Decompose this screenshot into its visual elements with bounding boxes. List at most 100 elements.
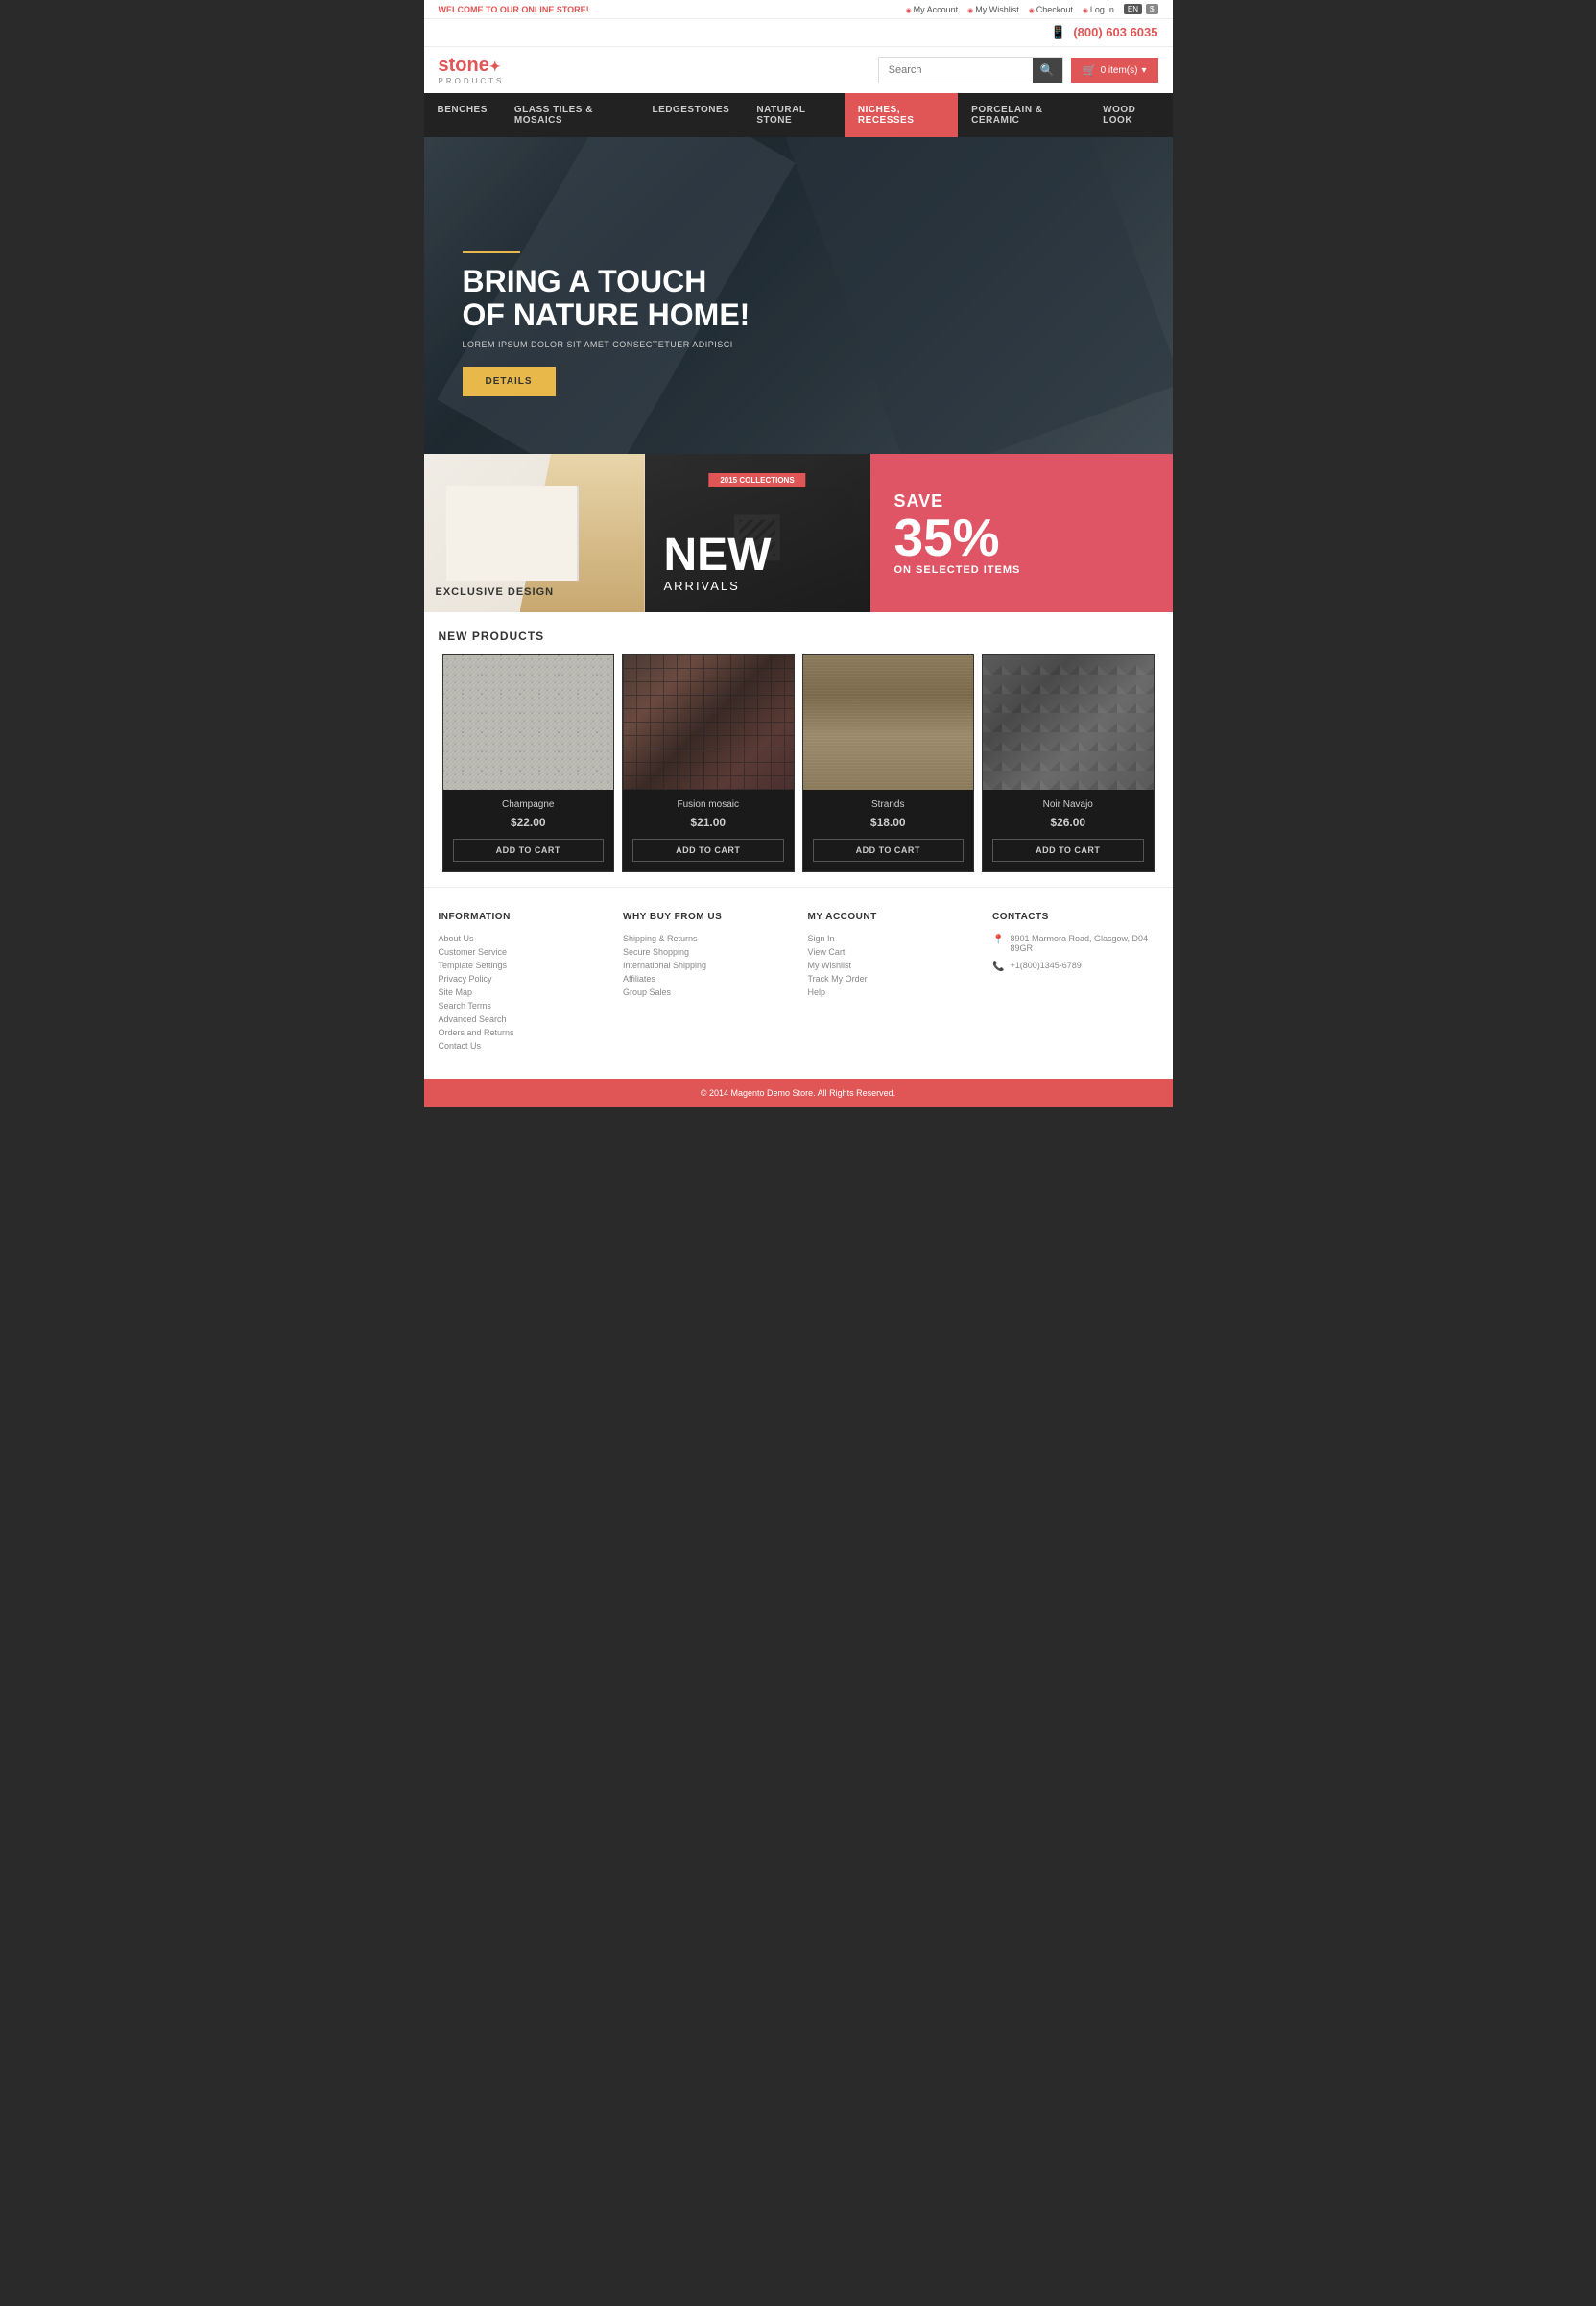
footer-customer-service[interactable]: Customer Service [439,947,605,957]
nav-niches[interactable]: NICHES, RECESSES [845,93,958,137]
checkout-link[interactable]: Checkout [1029,5,1073,14]
search-box: 🔍 [878,57,1063,83]
copyright-text: © 2014 Magento Demo Store. All Rights Re… [701,1088,895,1098]
footer-track-order[interactable]: Track My Order [808,974,974,984]
promo-center-badge: 2015 COLLECTIONS [708,473,805,487]
footer-my-wishlist[interactable]: My Wishlist [808,961,974,970]
logo[interactable]: stone✦ PRODUCTS [439,55,505,85]
footer-template-settings[interactable]: Template Settings [439,961,605,970]
promo-new-arrivals[interactable]: ▨ 2015 COLLECTIONS NEW ARRIVALS [645,454,870,612]
logo-text: stone✦ [439,55,505,77]
product-name-strands: Strands [813,799,965,810]
footer-secure-shopping[interactable]: Secure Shopping [623,947,789,957]
product-card-noir: Noir Navajo $26.00 ADD TO CART [982,654,1155,872]
logo-star: ✦ [489,59,501,74]
promo-save[interactable]: SAVE 35% ON SELECTED ITEMS [870,454,1173,612]
footer-col-why-buy: WHY BUY FROM US Shipping & Returns Secur… [623,912,789,1055]
nav-ledgestones[interactable]: LEDGESTONES [638,93,743,137]
promo-exclusive-design[interactable]: EXCLUSIVE DESIGN [424,454,645,612]
footer-shipping-returns[interactable]: Shipping & Returns [623,934,789,943]
search-input[interactable] [879,59,1033,82]
nav-glass-tiles[interactable]: GLASS TILES & MOSAICS [501,93,639,137]
product-price-noir: $26.00 [992,816,1144,829]
product-info-champagne: Champagne $22.00 ADD TO CART [443,790,614,871]
footer-site-map[interactable]: Site Map [439,987,605,997]
footer-advanced-search[interactable]: Advanced Search [439,1014,605,1024]
welcome-text: WELCOME TO OUR ONLINE STORE! [439,5,589,14]
footer-phone-item: 📞 +1(800)1345-6789 [992,961,1158,972]
footer-account-title: MY ACCOUNT [808,912,974,922]
footer-address-item: 📍 8901 Marmora Road, Glasgow, D04 89GR [992,934,1158,953]
my-account-link[interactable]: My Account [906,5,959,14]
hero-decorative-line [463,251,520,253]
footer-about-us[interactable]: About Us [439,934,605,943]
promo-exclusive-text: EXCLUSIVE DESIGN [436,586,555,598]
footer-col-contacts: CONTACTS 📍 8901 Marmora Road, Glasgow, D… [992,912,1158,1055]
phone-number: 📱 (800) 603 6035 [1051,25,1158,39]
product-card-champagne: Champagne $22.00 ADD TO CART [442,654,615,872]
phone-footer-icon: 📞 [992,962,1004,972]
footer-why-buy-title: WHY BUY FROM US [623,912,789,922]
footer-contacts-title: CONTACTS [992,912,1158,922]
footer-help[interactable]: Help [808,987,974,997]
cart-chevron: ▾ [1141,65,1146,76]
promo-new-label: NEW [664,533,870,579]
new-products-title: NEW PRODUCTS [424,612,1173,654]
product-image-fusion [623,655,794,790]
product-info-fusion: Fusion mosaic $21.00 ADD TO CART [623,790,794,871]
top-bar: WELCOME TO OUR ONLINE STORE! My Account … [424,0,1173,19]
nav-wood-look[interactable]: WOOD LOOK [1089,93,1172,137]
product-name-noir: Noir Navajo [992,799,1144,810]
flag-en[interactable]: EN [1124,4,1142,14]
language-flags: EN $ [1124,4,1158,14]
search-button[interactable]: 🔍 [1033,58,1062,83]
main-nav: BENCHES GLASS TILES & MOSAICS LEDGESTONE… [424,93,1173,137]
product-card-strands: Strands $18.00 ADD TO CART [802,654,975,872]
footer-bottom: © 2014 Magento Demo Store. All Rights Re… [424,1079,1173,1107]
hero-details-button[interactable]: DETAILS [463,367,556,396]
footer-sign-in[interactable]: Sign In [808,934,974,943]
product-info-strands: Strands $18.00 ADD TO CART [803,790,974,871]
top-bar-links: My Account My Wishlist Checkout Log In E… [906,4,1158,14]
nav-natural-stone[interactable]: NATURAL STONE [743,93,845,137]
product-price-champagne: $22.00 [453,816,605,829]
search-cart-area: 🔍 🛒 0 item(s) ▾ [878,57,1158,83]
phone-bar: 📱 (800) 603 6035 [424,19,1173,47]
footer-privacy-policy[interactable]: Privacy Policy [439,974,605,984]
footer: INFORMATION About Us Customer Service Te… [424,887,1173,1079]
promo-items-text: ON SELECTED ITEMS [894,564,1021,576]
nav-benches[interactable]: BENCHES [424,93,501,137]
add-to-cart-fusion[interactable]: ADD TO CART [632,839,784,862]
footer-information-title: INFORMATION [439,912,605,922]
cart-button[interactable]: 🛒 0 item(s) ▾ [1071,58,1158,83]
product-price-strands: $18.00 [813,816,965,829]
footer-columns: INFORMATION About Us Customer Service Te… [439,912,1158,1055]
product-image-strands [803,655,974,790]
footer-contact-us[interactable]: Contact Us [439,1041,605,1051]
product-price-fusion: $21.00 [632,816,784,829]
footer-affiliates[interactable]: Affiliates [623,974,789,984]
products-grid: Champagne $22.00 ADD TO CART Fusion mosa… [424,654,1173,887]
promo-percent: 35% [894,511,1000,564]
location-icon: 📍 [992,935,1004,945]
footer-international-shipping[interactable]: International Shipping [623,961,789,970]
footer-address: 8901 Marmora Road, Glasgow, D04 89GR [1010,934,1157,953]
phone-icon: 📱 [1051,25,1066,39]
footer-group-sales[interactable]: Group Sales [623,987,789,997]
footer-col-information: INFORMATION About Us Customer Service Te… [439,912,605,1055]
footer-view-cart[interactable]: View Cart [808,947,974,957]
my-wishlist-link[interactable]: My Wishlist [967,5,1019,14]
add-to-cart-champagne[interactable]: ADD TO CART [453,839,605,862]
nav-porcelain[interactable]: PORCELAIN & CERAMIC [958,93,1089,137]
footer-search-terms[interactable]: Search Terms [439,1001,605,1010]
footer-orders-returns[interactable]: Orders and Returns [439,1028,605,1037]
login-link[interactable]: Log In [1083,5,1114,14]
hero-content: BRING A TOUCHOF NATURE HOME! LOREM IPSUM… [463,251,750,396]
hero-title: BRING A TOUCHOF NATURE HOME! [463,265,750,332]
add-to-cart-noir[interactable]: ADD TO CART [992,839,1144,862]
product-image-noir [983,655,1154,790]
flag-currency[interactable]: $ [1146,4,1157,14]
promo-arrivals-label: ARRIVALS [664,579,870,593]
product-info-noir: Noir Navajo $26.00 ADD TO CART [983,790,1154,871]
add-to-cart-strands[interactable]: ADD TO CART [813,839,965,862]
